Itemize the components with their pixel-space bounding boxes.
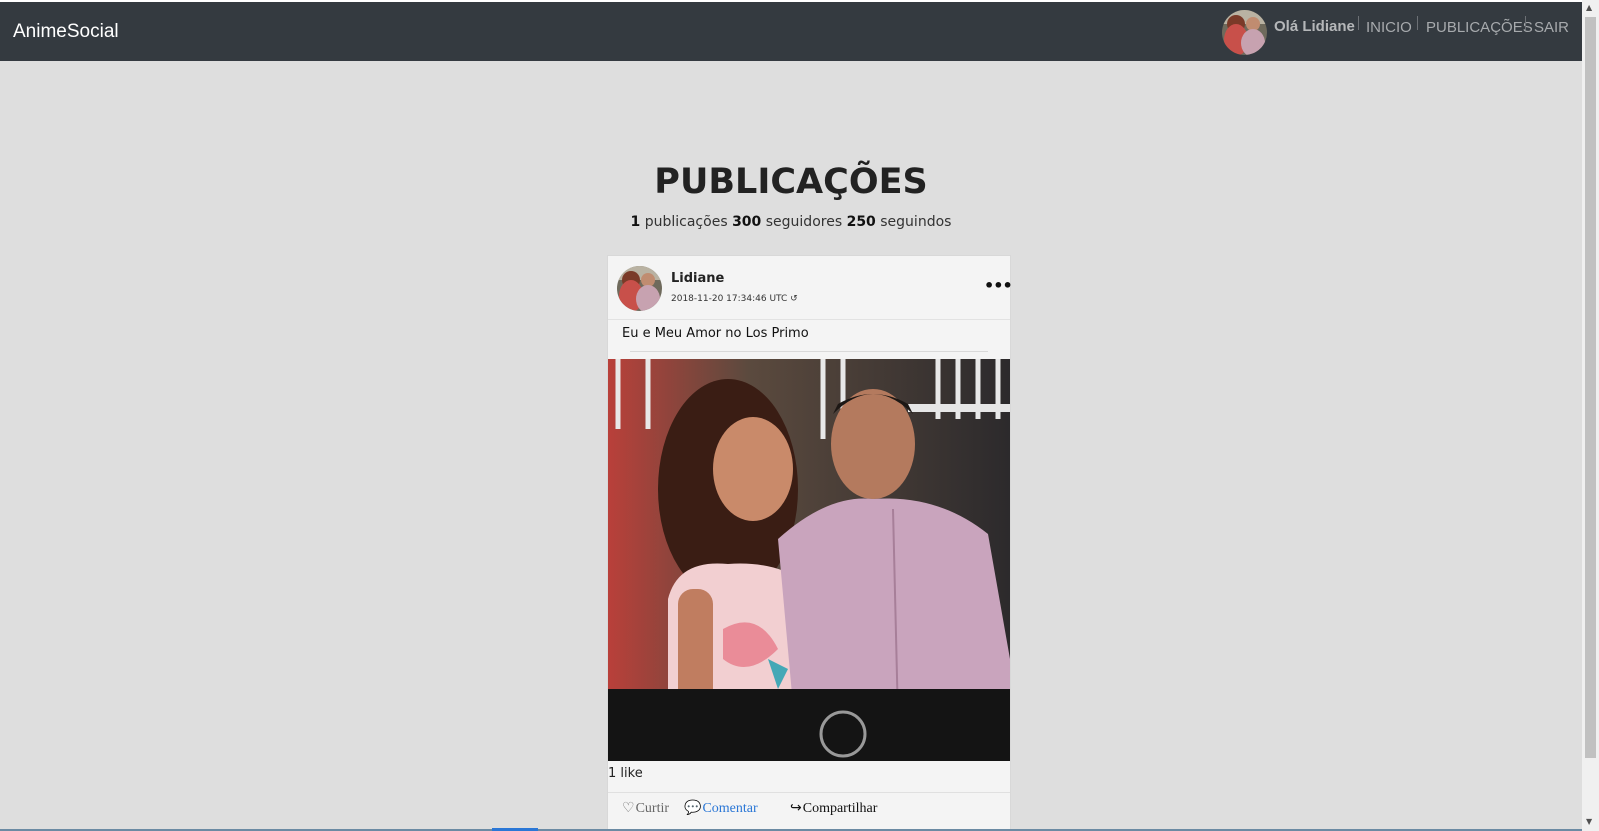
followers-count: 300 xyxy=(732,214,762,230)
post-caption: Eu e Meu Amor no Los Primo xyxy=(622,326,809,341)
share-button[interactable]: ↪Compartilhar xyxy=(790,800,877,817)
scroll-down-arrow-icon[interactable]: ▼ xyxy=(1586,818,1592,826)
post-author-name[interactable]: Lidiane xyxy=(671,271,724,286)
top-navbar: AnimeSocial Olá Lidiane INICIO PUBLICAÇÕ… xyxy=(0,2,1582,61)
divider xyxy=(630,351,988,352)
post-card: Lidiane 2018-11-20 17:34:46 UTC ↺ ••• Eu… xyxy=(607,255,1013,830)
like-button[interactable]: ♡Curtir xyxy=(622,800,669,817)
heart-icon: ♡ xyxy=(622,801,635,816)
nav-link-inicio[interactable]: INICIO xyxy=(1366,19,1412,36)
brand-logo[interactable]: AnimeSocial xyxy=(13,21,119,43)
posts-count: 1 xyxy=(630,214,641,230)
post-timestamp: 2018-11-20 17:34:46 UTC ↺ xyxy=(671,294,798,304)
nav-link-publicacoes[interactable]: PUBLICAÇÕES xyxy=(1426,19,1533,36)
likes-count: 1 like xyxy=(608,766,643,781)
user-greeting: Olá Lidiane xyxy=(1274,18,1355,35)
posts-label: publicações xyxy=(644,214,728,230)
scroll-up-arrow-icon[interactable]: ▲ xyxy=(1586,4,1592,12)
nav-link-sair[interactable]: SAIR xyxy=(1534,19,1569,36)
more-options-icon[interactable]: ••• xyxy=(984,276,1013,295)
user-avatar[interactable] xyxy=(1222,10,1267,55)
post-timestamp-text: 2018-11-20 17:34:46 UTC xyxy=(671,294,788,304)
share-label: Compartilhar xyxy=(802,801,878,816)
scrollbar-thumb[interactable] xyxy=(1585,17,1596,758)
comment-label: Comentar xyxy=(702,801,758,816)
followers-label: seguidores xyxy=(765,214,843,230)
following-label: seguindos xyxy=(880,214,952,230)
profile-stats: 1 publicações 300 seguidores 250 seguind… xyxy=(0,214,1582,230)
comment-icon: 💬 xyxy=(684,801,702,816)
history-icon: ↺ xyxy=(790,294,798,304)
like-label: Curtir xyxy=(635,801,670,816)
page-title: PUBLICAÇÕES xyxy=(654,162,928,202)
nav-divider xyxy=(1525,16,1526,30)
vertical-scrollbar[interactable]: ▲ ▼ xyxy=(1582,0,1599,831)
comment-button[interactable]: 💬Comentar xyxy=(684,800,758,817)
divider xyxy=(608,319,1010,320)
nav-divider xyxy=(1358,16,1359,30)
post-author-avatar[interactable] xyxy=(617,266,662,311)
divider xyxy=(608,792,1010,793)
share-icon: ↪ xyxy=(790,801,802,816)
post-photo[interactable] xyxy=(608,359,1010,761)
nav-divider xyxy=(1417,16,1418,30)
following-count: 250 xyxy=(846,214,876,230)
